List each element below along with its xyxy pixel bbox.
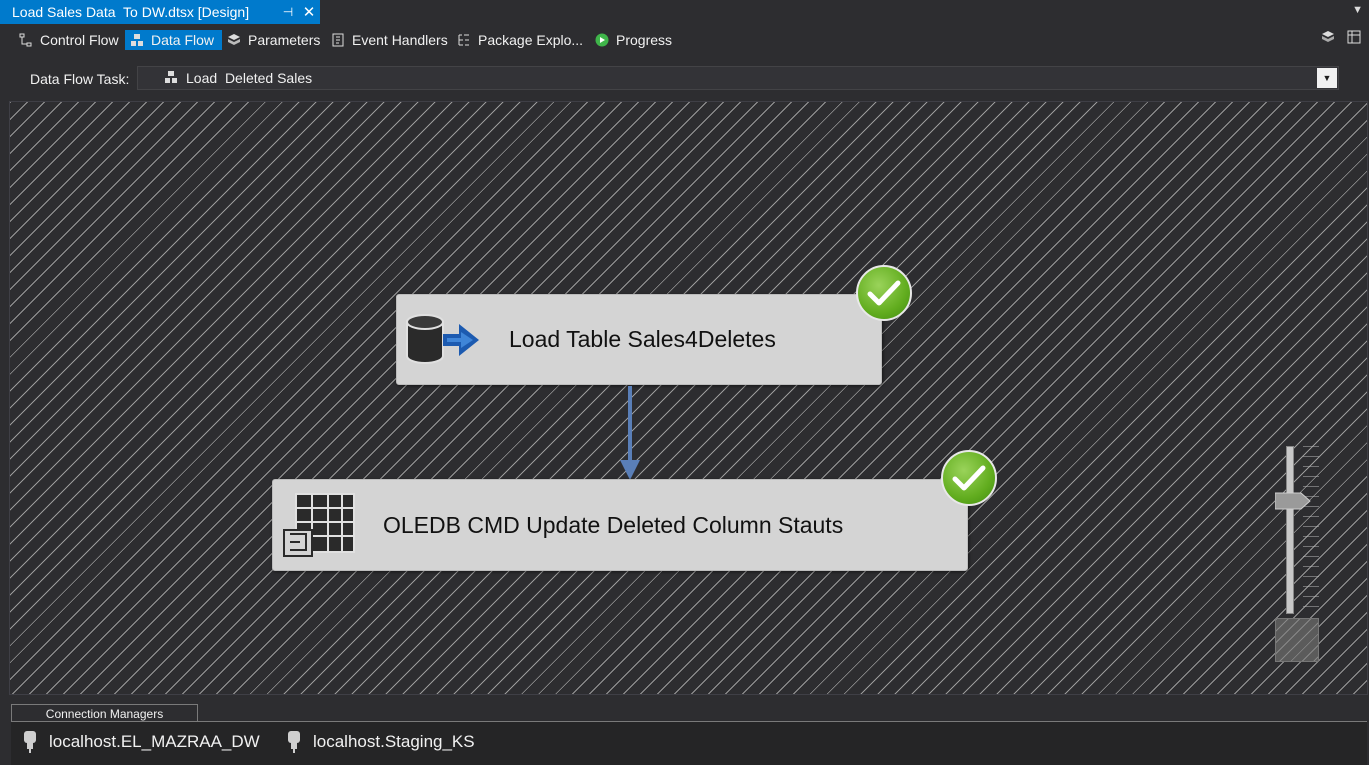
component-label: Load Table Sales4Deletes — [509, 326, 776, 352]
connection-manager-label: localhost.EL_MAZRAA_DW — [49, 732, 260, 751]
document-tab[interactable]: Load Sales Data To DW.dtsx [Design] ⊣ ✕ — [0, 0, 320, 24]
zoom-to-fit-icon[interactable] — [1321, 30, 1335, 47]
zoom-fit-button[interactable] — [1275, 618, 1319, 662]
zoom-ticks — [1303, 446, 1319, 614]
control-flow-icon — [18, 32, 34, 48]
tab-label: Parameters — [248, 32, 321, 48]
tab-label: Event Handlers — [352, 32, 448, 48]
designer-toolbar-right — [1321, 30, 1361, 47]
success-check-icon — [941, 450, 997, 506]
connection-manager-icon — [24, 731, 36, 753]
zoom-slider[interactable] — [1275, 444, 1327, 662]
connection-manager-item[interactable]: localhost.EL_MAZRAA_DW — [21, 730, 260, 754]
data-path-arrow[interactable] — [618, 386, 642, 482]
zoom-track[interactable] — [1286, 446, 1294, 614]
data-flow-task-label: Data Flow Task: — [30, 71, 130, 87]
tab-progress[interactable]: Progress — [590, 30, 676, 50]
tab-label: Package Explo... — [478, 32, 584, 48]
data-flow-task-value: Load Deleted Sales — [186, 70, 313, 86]
close-icon[interactable]: ✕ — [298, 3, 320, 21]
zoom-thumb[interactable] — [1275, 492, 1311, 510]
connection-manager-label: localhost.Staging_KS — [313, 732, 475, 751]
variables-icon[interactable] — [1347, 30, 1361, 47]
connection-managers-tab[interactable]: Connection Managers — [11, 704, 198, 722]
event-handlers-icon — [330, 32, 346, 48]
tab-list-dropdown-icon[interactable]: ▼ — [1352, 4, 1363, 16]
tab-label: Control Flow — [40, 32, 119, 48]
ole-db-command-icon — [273, 481, 365, 569]
data-flow-task-row: Data Flow Task: Load Deleted Sales ▼ — [0, 62, 1369, 96]
chevron-down-icon[interactable]: ▼ — [1317, 68, 1337, 88]
package-explorer-icon — [456, 32, 472, 48]
pin-icon[interactable]: ⊣ — [278, 5, 298, 19]
tab-parameters[interactable]: Parameters — [222, 30, 324, 50]
component-oledb-cmd-update[interactable]: OLEDB CMD Update Deleted Column Stauts — [272, 479, 968, 571]
component-label: OLEDB CMD Update Deleted Column Stauts — [383, 511, 844, 538]
data-flow-icon — [144, 56, 178, 101]
tab-event-handlers[interactable]: Event Handlers — [326, 30, 452, 50]
component-load-table-sales4deletes[interactable]: Load Table Sales4Deletes — [396, 294, 882, 385]
ole-db-source-icon — [397, 296, 489, 384]
connection-managers-panel: localhost.EL_MAZRAA_DW localhost.Staging… — [11, 721, 1367, 765]
document-tab-strip: Load Sales Data To DW.dtsx [Design] ⊣ ✕ … — [0, 0, 1369, 24]
connection-manager-icon — [288, 731, 300, 753]
success-check-icon — [856, 265, 912, 321]
play-icon — [594, 32, 610, 48]
data-flow-task-dropdown[interactable]: Load Deleted Sales ▼ — [137, 66, 1339, 90]
connection-manager-item[interactable]: localhost.Staging_KS — [285, 730, 475, 754]
tab-label: Data Flow — [151, 32, 215, 48]
designer-tabs: Control Flow Data Flow Parameters Event … — [0, 24, 1369, 54]
tab-control-flow[interactable]: Control Flow — [14, 30, 123, 50]
parameters-icon — [226, 32, 242, 48]
data-flow-icon — [129, 32, 145, 48]
data-flow-canvas[interactable]: Load Table Sales4Deletes OLEDB CMD Updat… — [9, 101, 1368, 695]
document-tab-title: Load Sales Data To DW.dtsx [Design] — [12, 4, 250, 20]
tab-package-explorer[interactable]: Package Explo... — [452, 30, 587, 50]
tab-data-flow[interactable]: Data Flow — [125, 30, 223, 50]
tab-label: Progress — [616, 32, 673, 48]
